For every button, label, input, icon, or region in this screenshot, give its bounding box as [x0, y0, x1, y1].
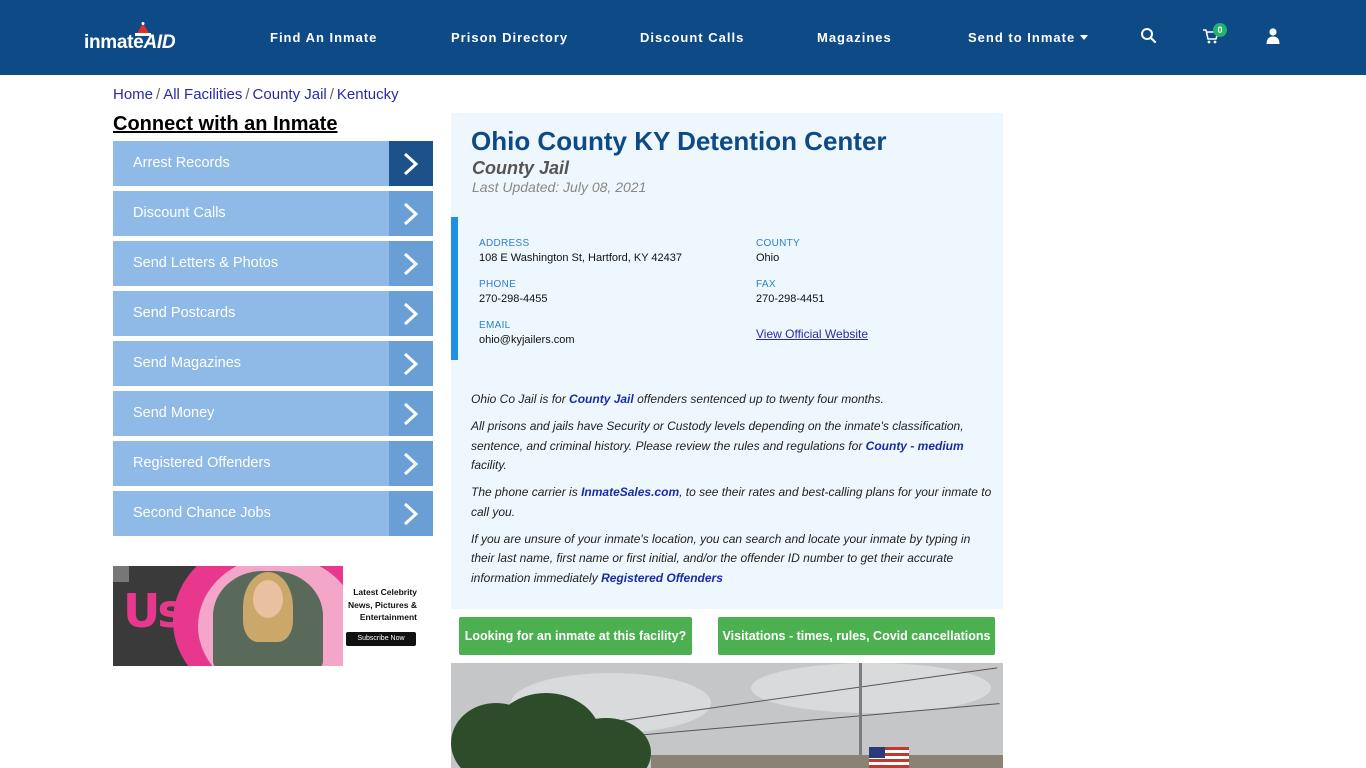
breadcrumb-home[interactable]: Home [113, 86, 153, 103]
phone-field: PHONE 270-298-4455 [479, 279, 548, 305]
sidebar-item-send-magazines[interactable]: Send Magazines [113, 341, 433, 386]
nav-magazines[interactable]: Magazines [817, 30, 892, 45]
sidebar-item-arrest-records[interactable]: Arrest Records [113, 141, 433, 186]
address-value: 108 E Washington St, Hartford, KY 42437 [479, 252, 683, 264]
phone-value: 270-298-4455 [479, 293, 548, 305]
chevron-right-icon [389, 441, 433, 486]
facility-info-panel: Ohio County KY Detention Center County J… [451, 113, 1003, 609]
description-paragraph: If you are unsure of your inmate's locat… [471, 531, 971, 585]
facility-title: Ohio County KY Detention Center [471, 126, 887, 156]
breadcrumb-separator: / [156, 86, 161, 103]
chevron-right-icon [389, 391, 433, 436]
nav-send-to-inmate-label: Send to Inmate [968, 30, 1076, 45]
county-value: Ohio [756, 252, 780, 264]
photo-cloud [751, 663, 991, 713]
sidebar-menu: Arrest Records Discount Calls Send Lette… [113, 141, 433, 541]
sidebar-item-second-chance-jobs[interactable]: Second Chance Jobs [113, 491, 433, 536]
county-label: COUNTY [756, 238, 801, 249]
photo-building [651, 755, 1003, 768]
nav-send-to-inmate-dropdown[interactable]: Send to Inmate [968, 30, 1089, 45]
sidebar-item-label: Send Money [133, 405, 215, 421]
ad-brand-logo: Us [123, 584, 185, 638]
description-paragraph: All prisons and jails have Security or C… [471, 419, 964, 472]
sidebar-item-discount-calls[interactable]: Discount Calls [113, 191, 433, 236]
nav-find-an-inmate[interactable]: Find An Inmate [270, 30, 377, 45]
description-paragraph: Ohio Co Jail is for County Jail offender… [471, 392, 884, 406]
sidebar-item-send-postcards[interactable]: Send Postcards [113, 291, 433, 336]
ad-image: Us [113, 566, 343, 666]
sidebar-item-label: Arrest Records [133, 155, 230, 171]
email-field: EMAIL ohio@kyjailers.com [479, 320, 575, 346]
sidebar-item-label: Send Postcards [133, 305, 236, 321]
ad-subscribe-button[interactable]: Subscribe Now [346, 632, 416, 646]
facility-type: County Jail [472, 158, 570, 178]
info-accent-bar [451, 217, 458, 360]
breadcrumb-all-facilities[interactable]: All Facilities [163, 86, 242, 103]
caret-down-icon [1080, 35, 1089, 40]
facility-contact-info: ADDRESS 108 E Washington St, Hartford, K… [451, 217, 1003, 360]
view-official-website-link[interactable]: View Official Website [756, 327, 868, 341]
chevron-right-icon [389, 241, 433, 286]
sidebar-item-registered-offenders[interactable]: Registered Offenders [113, 441, 433, 486]
registered-offenders-link[interactable]: Registered Offenders [601, 571, 723, 585]
search-icon[interactable] [1140, 27, 1158, 45]
breadcrumb: Home / All Facilities / County Jail / Kentucky [113, 86, 399, 103]
ad-person-face [253, 580, 283, 618]
sidebar-item-send-money[interactable]: Send Money [113, 391, 433, 436]
nav-discount-calls[interactable]: Discount Calls [640, 30, 744, 45]
sidebar-item-send-letters-photos[interactable]: Send Letters & Photos [113, 241, 433, 286]
description-paragraph: The phone carrier is InmateSales.com, to… [471, 485, 992, 519]
facility-description: Ohio Co Jail is for County Jail offender… [471, 390, 996, 596]
sidebar-item-label: Send Letters & Photos [133, 255, 279, 271]
photo-utility-pole [859, 663, 862, 768]
sidebar-heading[interactable]: Connect with an Inmate [113, 113, 337, 136]
sidebar-item-label: Registered Offenders [133, 455, 271, 471]
breadcrumb-county-jail[interactable]: County Jail [253, 86, 327, 103]
breadcrumb-kentucky[interactable]: Kentucky [337, 86, 399, 103]
inmateaid-logo[interactable]: inmateAID [84, 22, 184, 56]
chevron-right-icon [389, 191, 433, 236]
top-navbar: inmateAID Find An Inmate Prison Director… [0, 0, 1366, 75]
address-label: ADDRESS [479, 238, 530, 249]
county-jail-link[interactable]: County Jail [569, 392, 634, 406]
user-icon[interactable] [1264, 27, 1282, 45]
chevron-right-icon [389, 291, 433, 336]
find-inmate-at-facility-button[interactable]: Looking for an inmate at this facility? [459, 617, 692, 655]
visitations-info-button[interactable]: Visitations - times, rules, Covid cancel… [718, 617, 995, 655]
chevron-right-icon [389, 141, 433, 186]
ad-choices-icon[interactable] [113, 566, 129, 582]
phone-label: PHONE [479, 279, 517, 290]
sidebar-item-label: Discount Calls [133, 205, 226, 221]
address-field: ADDRESS 108 E Washington St, Hartford, K… [479, 238, 682, 264]
cart-count-badge: 0 [1213, 23, 1227, 37]
ad-tagline: Latest Celebrity News, Pictures & Entert… [348, 587, 417, 622]
nav-prison-directory[interactable]: Prison Directory [451, 30, 568, 45]
breadcrumb-separator: / [329, 86, 334, 103]
chevron-right-icon [389, 491, 433, 536]
fax-value: 270-298-4451 [756, 293, 825, 305]
website-field: View Official Website [756, 324, 868, 341]
last-updated: Last Updated: July 08, 2021 [472, 179, 647, 195]
chevron-right-icon [389, 341, 433, 386]
email-label: EMAIL [479, 320, 511, 331]
email-value: ohio@kyjailers.com [479, 334, 575, 346]
facility-photo [451, 663, 1003, 768]
inmatesales-link[interactable]: InmateSales.com [581, 485, 679, 499]
breadcrumb-separator: / [245, 86, 250, 103]
logo-wordmark: inmateAID [84, 32, 176, 53]
county-field: COUNTY Ohio [756, 238, 800, 264]
fax-label: FAX [756, 279, 776, 290]
sidebar-item-label: Send Magazines [133, 355, 242, 371]
photo-flag-canton [869, 747, 885, 758]
us-weekly-ad-banner[interactable]: Us Latest Celebrity News, Pictures & Ent… [113, 566, 427, 666]
fax-field: FAX 270-298-4451 [756, 279, 825, 305]
county-medium-link[interactable]: County - medium [866, 439, 964, 453]
sidebar-item-label: Second Chance Jobs [133, 505, 271, 521]
